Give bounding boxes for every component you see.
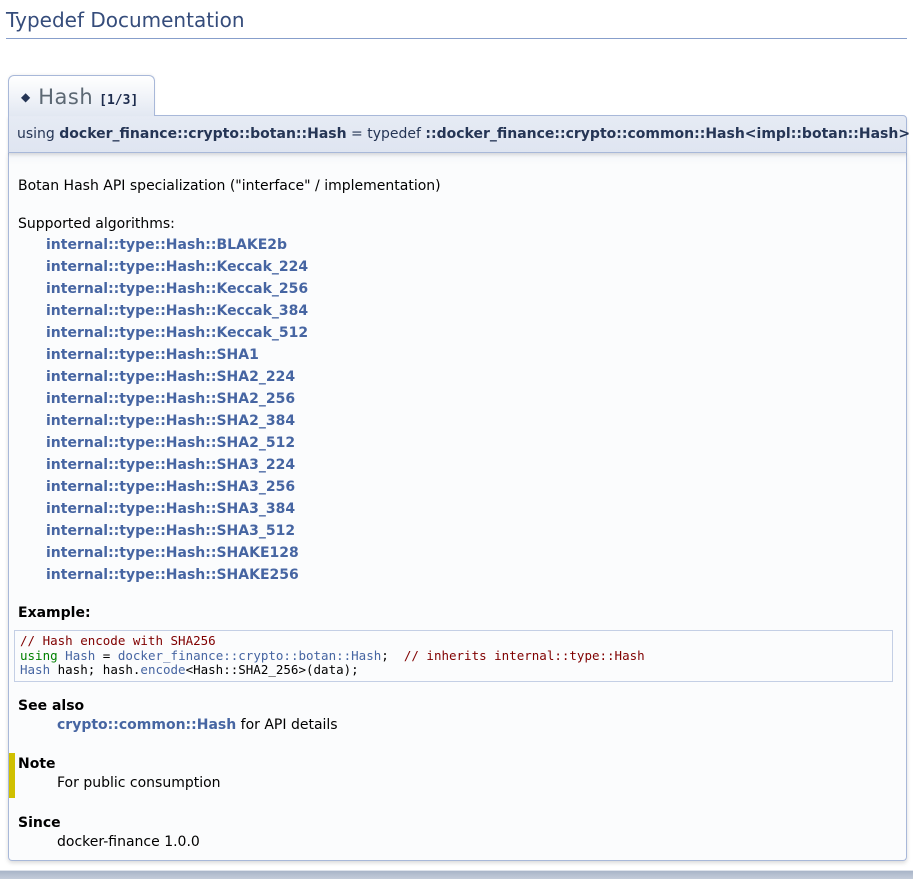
note-body: For public consumption [57,775,897,791]
algorithms-label: Supported algorithms: [18,216,897,232]
code-token-comment: // inherits internal::type::Hash [404,648,645,663]
member-doc: Botan Hash API specialization ("interfac… [8,153,907,861]
algorithm-link[interactable]: internal::type::Hash::Keccak_256 [46,278,897,300]
code-token-plain: ; [381,648,404,663]
algorithm-link[interactable]: internal::type::Hash::SHA2_224 [46,366,897,388]
code-symbol-link[interactable]: Hash [65,648,95,663]
algorithm-link[interactable]: internal::type::Hash::SHA2_384 [46,410,897,432]
section-title: Typedef Documentation [6,6,907,39]
code-token-plain: <Hash::SHA2_256>(data); [186,662,359,677]
algorithm-link[interactable]: internal::type::Hash::SHA2_512 [46,432,897,454]
see-also-section: See also crypto::common::Hash for API de… [18,698,897,733]
member-description: Botan Hash API specialization ("interfac… [18,178,897,194]
code-token-plain: hash; hash. [50,662,140,677]
proto-using-keyword: using [17,126,59,142]
proto-typedef-name: docker_finance::crypto::botan::Hash [59,126,346,142]
note-section: Note For public consumption [9,753,897,798]
see-also-heading: See also [18,698,897,714]
example-label: Example: [18,605,897,621]
algorithm-link[interactable]: internal::type::Hash::SHAKE128 [46,542,897,564]
since-section: Since docker-finance 1.0.0 [18,815,897,850]
proto-equals-typedef: = typedef [347,126,426,142]
code-line: // Hash encode with SHA256 [20,634,887,649]
algorithm-link[interactable]: internal::type::Hash::SHA3_224 [46,454,897,476]
algorithm-link[interactable]: internal::type::Hash::Keccak_512 [46,322,897,344]
member-prototype: using docker_finance::crypto::botan::Has… [8,115,907,153]
algorithm-link[interactable]: internal::type::Hash::Keccak_384 [46,300,897,322]
member-item: using docker_finance::crypto::botan::Has… [8,115,907,861]
see-also-body: crypto::common::Hash for API details [57,717,897,733]
algorithm-link[interactable]: internal::type::Hash::SHA1 [46,344,897,366]
note-heading: Note [18,756,897,772]
algorithm-link[interactable]: internal::type::Hash::BLAKE2b [46,234,897,256]
code-token-comment: // Hash encode with SHA256 [20,633,216,648]
algorithm-link[interactable]: internal::type::Hash::SHA2_256 [46,388,897,410]
code-line: Hash hash; hash.encode<Hash::SHA2_256>(d… [20,663,887,678]
algorithm-link[interactable]: internal::type::Hash::SHA3_256 [46,476,897,498]
code-token-keyword: using [20,648,58,663]
algorithm-link[interactable]: internal::type::Hash::Keccak_224 [46,256,897,278]
algorithm-link[interactable]: internal::type::Hash::SHA3_384 [46,498,897,520]
code-fragment: // Hash encode with SHA256using Hash = d… [14,630,893,682]
member-overload-badge: [1/3] [99,93,138,108]
code-symbol-link[interactable]: encode [140,662,185,677]
see-also-suffix: for API details [236,717,337,733]
algorithm-link[interactable]: internal::type::Hash::SHAKE256 [46,564,897,586]
member-title-tab: ◆ Hash [1/3] [8,75,155,116]
code-symbol-link[interactable]: docker_finance::crypto::botan::Hash [118,648,381,663]
code-line: using Hash = docker_finance::crypto::bot… [20,649,887,664]
see-also-link[interactable]: crypto::common::Hash [57,717,236,733]
algorithm-link[interactable]: internal::type::Hash::SHA3_512 [46,520,897,542]
code-symbol-link[interactable]: Hash [20,662,50,677]
since-body: docker-finance 1.0.0 [57,834,897,850]
member-hash-block: ◆Hash[1/3] using docker_finance::crypto:… [6,39,907,861]
next-member-separator [0,870,913,879]
proto-target-type: ::docker_finance::crypto::common::Hash<i… [425,126,910,142]
algorithm-list: internal::type::Hash::BLAKE2binternal::t… [46,234,897,586]
member-title: Hash [38,85,93,109]
permalink-diamond-icon[interactable]: ◆ [21,90,30,104]
content-area: Typedef Documentation ◆ Hash [1/3] using d… [0,6,913,861]
since-heading: Since [18,815,897,831]
code-token-plain: = [95,648,118,663]
